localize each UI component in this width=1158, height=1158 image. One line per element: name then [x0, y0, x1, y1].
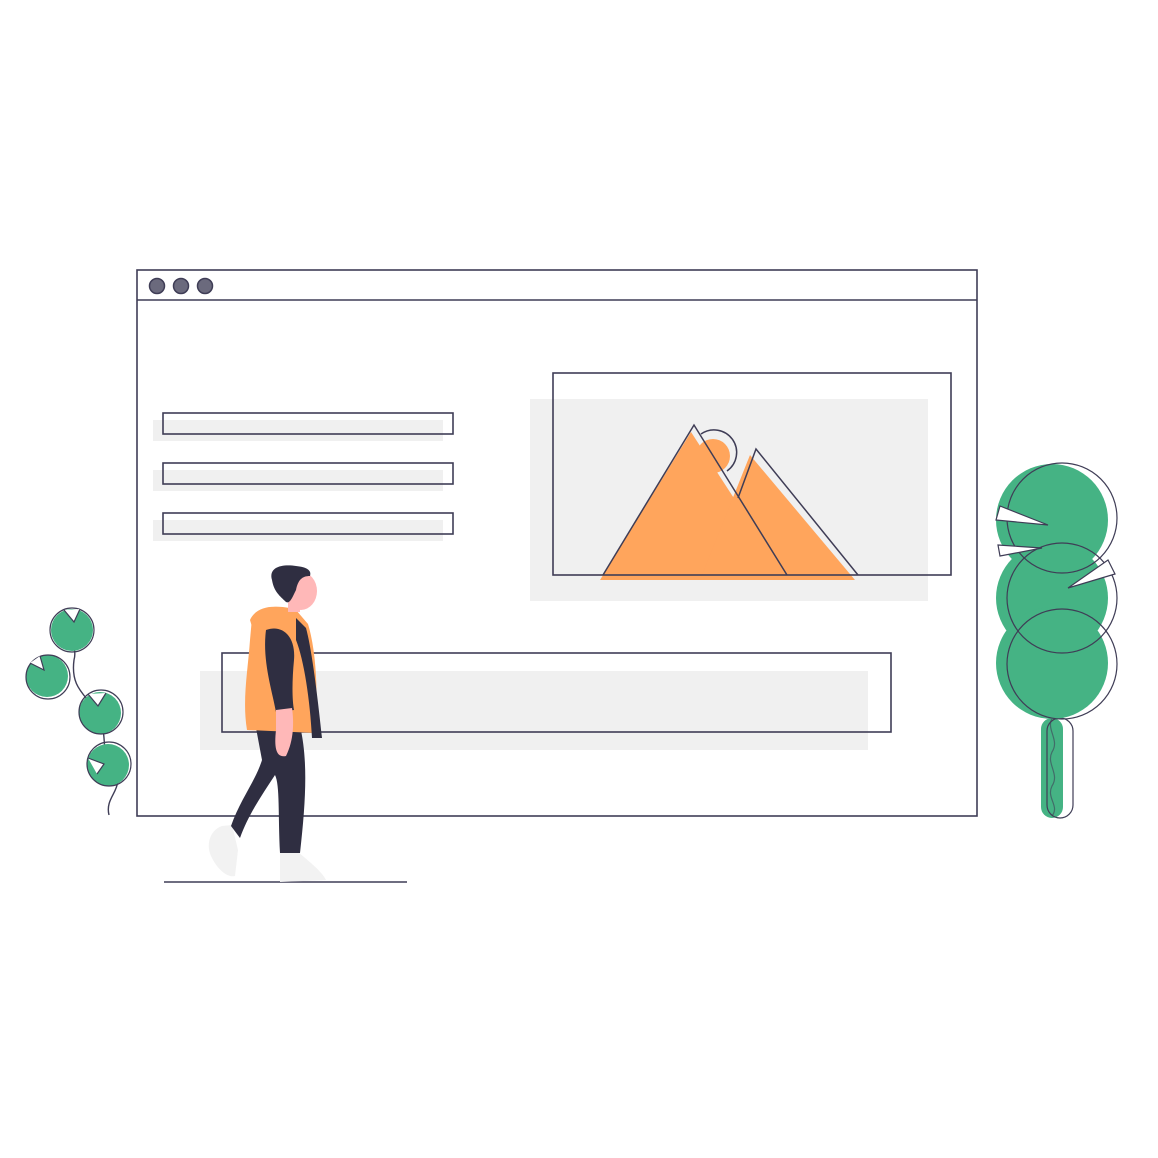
window-dot-icon[interactable] — [196, 277, 214, 295]
text-field-1[interactable] — [153, 412, 454, 441]
leaf — [25, 654, 71, 700]
text-field-2[interactable] — [153, 462, 454, 491]
window-dot-icon[interactable] — [148, 277, 166, 295]
text-field-shadow — [153, 420, 443, 441]
text-field-shadow — [153, 520, 443, 541]
back-shoe — [208, 825, 238, 877]
tree-trunk — [1041, 717, 1074, 819]
leafy-vine-plant — [25, 607, 132, 816]
window-dot-icon[interactable] — [172, 277, 190, 295]
text-field-shadow — [153, 470, 443, 491]
leaf — [78, 689, 124, 735]
window-controls — [148, 277, 214, 295]
front-shoe — [280, 852, 326, 882]
image-placeholder — [530, 372, 952, 601]
round-topiary-tree — [995, 462, 1118, 819]
illustration-scene — [25, 269, 1118, 883]
leaf — [49, 607, 95, 653]
tree-canopy — [995, 462, 1118, 720]
text-field-3[interactable] — [153, 512, 454, 541]
leaf — [86, 741, 132, 787]
